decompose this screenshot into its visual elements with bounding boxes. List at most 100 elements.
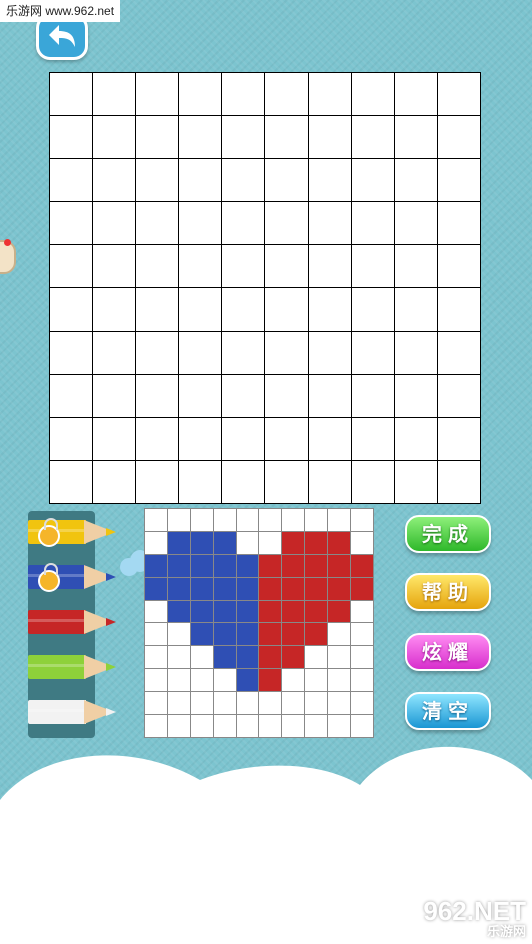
grid-cell[interactable]: [50, 374, 93, 417]
grid-cell[interactable]: [437, 374, 480, 417]
grid-cell[interactable]: [437, 331, 480, 374]
grid-cell[interactable]: [351, 159, 394, 202]
grid-cell[interactable]: [50, 73, 93, 116]
grid-cell[interactable]: [351, 288, 394, 331]
grid-cell[interactable]: [50, 417, 93, 460]
grid-cell[interactable]: [50, 245, 93, 288]
grid-cell[interactable]: [437, 460, 480, 503]
grid-cell[interactable]: [136, 374, 179, 417]
grid-cell[interactable]: [351, 460, 394, 503]
grid-cell[interactable]: [437, 288, 480, 331]
grid-cell[interactable]: [222, 116, 265, 159]
grid-cell[interactable]: [394, 331, 437, 374]
grid-cell[interactable]: [308, 245, 351, 288]
grid-cell[interactable]: [351, 202, 394, 245]
grid-cell[interactable]: [308, 460, 351, 503]
grid-cell[interactable]: [394, 73, 437, 116]
grid-cell[interactable]: [136, 331, 179, 374]
grid-cell[interactable]: [179, 417, 222, 460]
grid-cell[interactable]: [265, 460, 308, 503]
grid-cell[interactable]: [179, 374, 222, 417]
grid-cell[interactable]: [93, 73, 136, 116]
grid-cell[interactable]: [308, 116, 351, 159]
palette-tab[interactable]: [0, 239, 16, 274]
grid-cell[interactable]: [179, 245, 222, 288]
grid-cell[interactable]: [437, 73, 480, 116]
grid-cell[interactable]: [179, 116, 222, 159]
grid-cell[interactable]: [93, 374, 136, 417]
grid-cell[interactable]: [308, 417, 351, 460]
help-button[interactable]: 帮助: [405, 573, 491, 611]
grid-cell[interactable]: [93, 460, 136, 503]
drawing-grid[interactable]: [49, 72, 481, 504]
grid-cell[interactable]: [265, 202, 308, 245]
grid-cell[interactable]: [351, 116, 394, 159]
grid-cell[interactable]: [394, 460, 437, 503]
grid-cell[interactable]: [136, 460, 179, 503]
grid-cell[interactable]: [265, 159, 308, 202]
grid-cell[interactable]: [136, 73, 179, 116]
grid-cell[interactable]: [394, 116, 437, 159]
grid-cell[interactable]: [136, 245, 179, 288]
grid-cell[interactable]: [179, 159, 222, 202]
grid-cell[interactable]: [265, 288, 308, 331]
grid-cell[interactable]: [93, 245, 136, 288]
grid-cell[interactable]: [308, 374, 351, 417]
grid-cell[interactable]: [136, 417, 179, 460]
grid-cell[interactable]: [93, 116, 136, 159]
grid-cell[interactable]: [265, 331, 308, 374]
grid-cell[interactable]: [222, 374, 265, 417]
grid-cell[interactable]: [351, 374, 394, 417]
grid-cell[interactable]: [265, 116, 308, 159]
grid-cell[interactable]: [222, 245, 265, 288]
grid-cell[interactable]: [50, 159, 93, 202]
grid-cell[interactable]: [308, 202, 351, 245]
grid-cell[interactable]: [351, 331, 394, 374]
grid-cell[interactable]: [222, 159, 265, 202]
grid-cell[interactable]: [50, 288, 93, 331]
grid-cell[interactable]: [179, 73, 222, 116]
grid-cell[interactable]: [222, 331, 265, 374]
grid-cell[interactable]: [179, 331, 222, 374]
grid-cell[interactable]: [394, 202, 437, 245]
show-off-button[interactable]: 炫耀: [405, 633, 491, 671]
grid-cell[interactable]: [93, 159, 136, 202]
grid-cell[interactable]: [308, 73, 351, 116]
grid-cell[interactable]: [222, 288, 265, 331]
grid-cell[interactable]: [179, 460, 222, 503]
grid-cell[interactable]: [308, 159, 351, 202]
grid-cell[interactable]: [437, 202, 480, 245]
grid-cell[interactable]: [437, 159, 480, 202]
grid-cell[interactable]: [265, 245, 308, 288]
grid-cell[interactable]: [265, 73, 308, 116]
clear-button[interactable]: 清空: [405, 692, 491, 730]
grid-cell[interactable]: [179, 288, 222, 331]
complete-button[interactable]: 完成: [405, 515, 491, 553]
grid-cell[interactable]: [50, 460, 93, 503]
grid-cell[interactable]: [222, 417, 265, 460]
grid-cell[interactable]: [351, 417, 394, 460]
grid-cell[interactable]: [136, 116, 179, 159]
grid-cell[interactable]: [50, 116, 93, 159]
grid-cell[interactable]: [351, 245, 394, 288]
grid-cell[interactable]: [93, 417, 136, 460]
grid-cell[interactable]: [308, 331, 351, 374]
grid-cell[interactable]: [265, 374, 308, 417]
grid-cell[interactable]: [394, 245, 437, 288]
grid-cell[interactable]: [394, 159, 437, 202]
grid-cell[interactable]: [222, 202, 265, 245]
grid-cell[interactable]: [394, 374, 437, 417]
grid-cell[interactable]: [394, 417, 437, 460]
grid-cell[interactable]: [351, 73, 394, 116]
grid-cell[interactable]: [437, 245, 480, 288]
grid-cell[interactable]: [437, 116, 480, 159]
grid-cell[interactable]: [50, 202, 93, 245]
grid-cell[interactable]: [265, 417, 308, 460]
grid-cell[interactable]: [50, 331, 93, 374]
grid-cell[interactable]: [136, 288, 179, 331]
grid-cell[interactable]: [93, 288, 136, 331]
grid-cell[interactable]: [136, 202, 179, 245]
grid-cell[interactable]: [179, 202, 222, 245]
grid-cell[interactable]: [93, 202, 136, 245]
grid-cell[interactable]: [136, 159, 179, 202]
